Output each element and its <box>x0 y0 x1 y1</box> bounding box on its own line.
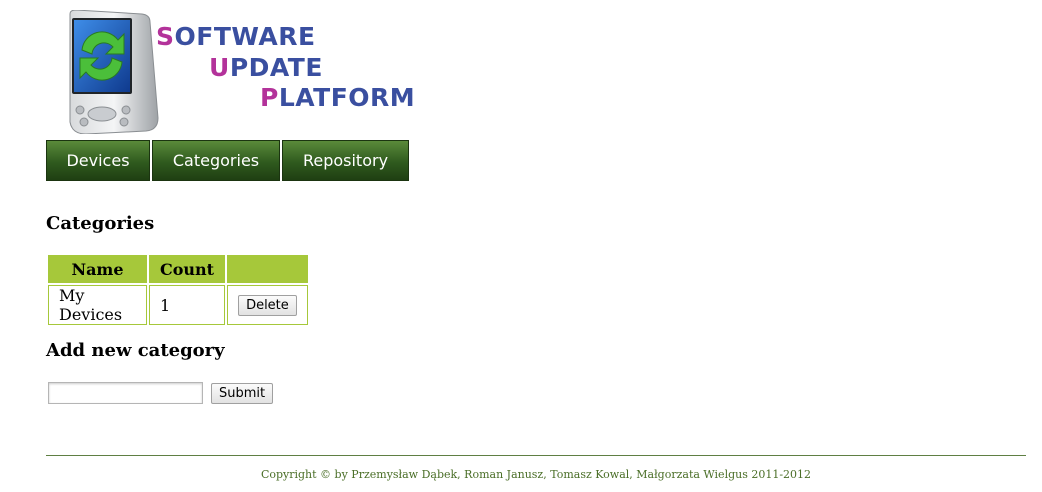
logo-text-software: SOFTWARE <box>156 22 316 51</box>
pda-refresh-icon <box>69 10 159 134</box>
table-header-row: Name Count <box>48 255 308 283</box>
nav-categories[interactable]: Categories <box>152 140 280 181</box>
add-category-heading: Add new category <box>46 340 225 361</box>
logo-text-update: UPDATE <box>209 53 323 82</box>
column-header-count: Count <box>149 255 226 283</box>
nav-repository[interactable]: Repository <box>282 140 409 181</box>
category-count-cell: 1 <box>149 285 226 325</box>
category-action-cell: Delete <box>227 285 308 325</box>
column-header-actions <box>227 255 308 283</box>
column-header-name: Name <box>48 255 147 283</box>
footer-divider <box>46 455 1026 456</box>
main-nav: Devices Categories Repository <box>46 140 411 181</box>
nav-devices[interactable]: Devices <box>46 140 150 181</box>
page-title: Categories <box>46 213 155 234</box>
logo-text-platform: PLATFORM <box>260 83 416 112</box>
submit-button[interactable]: Submit <box>211 383 274 404</box>
site-logo: SOFTWARE UPDATE PLATFORM <box>58 8 418 136</box>
category-name-input[interactable] <box>48 382 203 404</box>
delete-button[interactable]: Delete <box>238 295 297 316</box>
table-row: My Devices 1 Delete <box>48 285 308 325</box>
category-name-cell: My Devices <box>48 285 147 325</box>
categories-table: Name Count My Devices 1 Delete <box>46 253 310 327</box>
footer-copyright: Copyright © by Przemysław Dąbek, Roman J… <box>260 468 812 481</box>
